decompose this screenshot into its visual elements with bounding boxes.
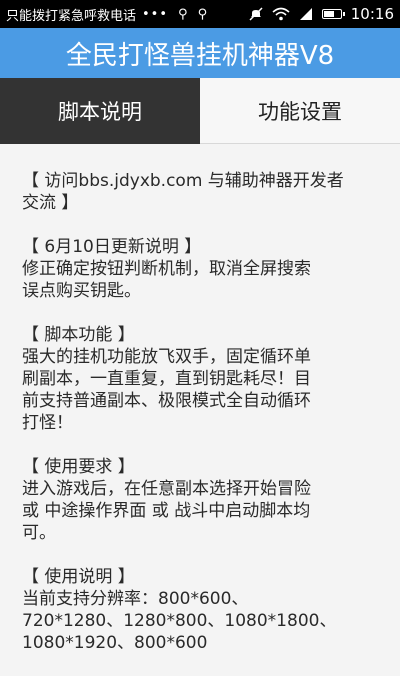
app-title: 全民打怪兽挂机神器V8 — [65, 40, 335, 71]
clock: 10:16 — [350, 5, 394, 23]
notification-dots: ••• — [142, 6, 169, 22]
description-line: 【 6月10日更新说明 】 — [22, 237, 202, 257]
description-section: 【 6月10日更新说明 】修正确定按钮判断机制，取消全屏搜索 误点购买钥匙。 — [22, 236, 382, 302]
description-section: 【 脚本功能 】强大的挂机功能放飞双手，固定循环单 刷副本，一直重复，直到钥匙耗尽… — [22, 324, 382, 434]
mute-icon — [249, 7, 263, 21]
description-line: 打怪！ — [22, 413, 73, 433]
tab-bar: 脚本说明 功能设置 — [0, 78, 400, 144]
app-title-bar: 全民打怪兽挂机神器V8 — [0, 28, 400, 78]
wifi-icon — [272, 7, 290, 21]
description-line: 【 脚本功能 】 — [22, 325, 135, 345]
description-line: 【 使用说明 】 — [22, 567, 135, 587]
description-line: 720*1280、1280*800、1080*1800、 — [22, 611, 337, 631]
description-line: 前支持普通副本、极限模式全自动循环 — [22, 391, 311, 411]
description-line: 刷副本，一直重复，直到钥匙耗尽！目 — [22, 369, 311, 389]
description-section: 【 使用要求 】进入游戏后，在任意副本选择开始冒险或 中途操作界面 或 战斗中启… — [22, 456, 382, 544]
battery-icon — [321, 9, 345, 19]
tab-function-settings[interactable]: 功能设置 — [200, 78, 400, 144]
description-line: 强大的挂机功能放飞双手，固定循环单 — [22, 347, 311, 367]
description-line: 进入游戏后，在任意副本选择开始冒险 — [22, 479, 311, 499]
description-line: 可。 — [22, 523, 56, 543]
description-line: 当前支持分辨率：800*600、 — [22, 589, 249, 609]
tab-label: 脚本说明 — [58, 100, 142, 124]
status-icons: 10:16 — [249, 5, 394, 23]
description-line: 误点购买钥匙。 — [22, 281, 141, 301]
tab-script-info[interactable]: 脚本说明 — [0, 78, 200, 144]
description-section: 【 使用说明 】当前支持分辨率：800*600、 720*1280、1280*80… — [22, 566, 382, 654]
signal-icon — [299, 8, 312, 20]
carrier-status-text: 只能拨打紧急呼救电话 — [6, 8, 137, 24]
status-bar: 只能拨打紧急呼救电话 ••• ⚲ ⚲ 10:16 — [0, 0, 400, 28]
usb-icon: ⚲ — [197, 6, 208, 22]
description-line: 交流 】 — [22, 193, 79, 213]
description-line: 【 访问bbs.jdyxb.com 与辅助神器开发者 — [22, 171, 344, 191]
script-description: 【 访问bbs.jdyxb.com 与辅助神器开发者 交流 】【 6月10日更新说… — [22, 170, 382, 676]
description-line: 或 中途操作界面 或 战斗中启动脚本均 — [22, 501, 311, 521]
description-line: 修正确定按钮判断机制，取消全屏搜索 — [22, 259, 311, 279]
description-line: 【 使用要求 】 — [22, 457, 135, 477]
description-line: 1080*1920、800*600 — [22, 633, 208, 653]
description-section: 【 访问bbs.jdyxb.com 与辅助神器开发者 交流 】 — [22, 170, 382, 214]
tab-label: 功能设置 — [258, 99, 342, 124]
usb-icon: ⚲ — [178, 6, 188, 22]
